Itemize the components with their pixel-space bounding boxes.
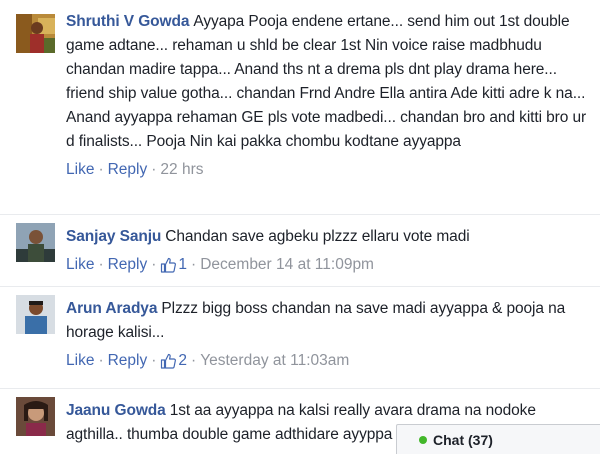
separator: · — [98, 256, 104, 273]
comment-text: Arun Aradya Plzzz bigg boss chandan na sa… — [66, 297, 594, 345]
separator: · — [98, 161, 104, 178]
reply-button[interactable]: Reply — [108, 160, 148, 180]
comment-feed: Shruthi V Gowda Ayyapa Pooja endene ertan… — [0, 0, 600, 450]
avatar[interactable] — [16, 223, 55, 262]
avatar[interactable] — [16, 295, 55, 334]
comment-author[interactable]: Sanjay Sanju — [66, 228, 161, 245]
avatar[interactable] — [16, 14, 55, 53]
like-button[interactable]: Like — [66, 255, 94, 275]
separator: · — [151, 256, 157, 273]
comment-body: Ayyapa Pooja endene ertane... send him o… — [66, 13, 587, 150]
like-count[interactable]: 2 — [160, 351, 187, 371]
like-count-number: 1 — [178, 256, 188, 273]
separator: · — [151, 161, 157, 178]
like-count-number: 2 — [178, 352, 188, 369]
thumbs-up-icon — [161, 257, 177, 273]
comment-author[interactable]: Arun Aradya — [66, 300, 157, 317]
comment-item: Shruthi V Gowda Ayyapa Pooja endene ertan… — [0, 0, 600, 214]
separator: · — [191, 256, 197, 273]
comment-body: Chandan save agbeku plzzz ellaru vote ma… — [165, 228, 470, 245]
separator: · — [98, 352, 104, 369]
comment-item: Arun Aradya Plzzz bigg boss chandan na sa… — [0, 286, 600, 389]
like-count[interactable]: 1 — [160, 255, 187, 275]
like-button[interactable]: Like — [66, 160, 94, 180]
reply-button[interactable]: Reply — [108, 255, 148, 275]
comment-actions: Like · Reply · 2 · Yesterday at 11:03am — [66, 351, 594, 371]
comment-text: Shruthi V Gowda Ayyapa Pooja endene ertan… — [66, 10, 594, 154]
separator: · — [151, 352, 157, 369]
avatar[interactable] — [16, 397, 55, 436]
comment-actions: Like · Reply · 22 hrs — [66, 160, 594, 180]
comment-item: Sanjay Sanju Chandan save agbeku plzzz el… — [0, 214, 600, 287]
comment-actions: Like · Reply · 1 · December 14 at 11:09p… — [66, 255, 594, 275]
comment-timestamp[interactable]: Yesterday at 11:03am — [200, 351, 349, 371]
thumbs-up-icon — [161, 353, 177, 369]
comment-timestamp[interactable]: December 14 at 11:09pm — [200, 255, 374, 275]
comment-timestamp[interactable]: 22 hrs — [160, 160, 203, 180]
like-button[interactable]: Like — [66, 351, 94, 371]
chat-label: Chat (37) — [433, 431, 493, 448]
comment-author[interactable]: Jaanu Gowda — [66, 402, 166, 419]
comment-text: Sanjay Sanju Chandan save agbeku plzzz el… — [66, 225, 594, 249]
reply-button[interactable]: Reply — [108, 351, 148, 371]
online-dot-icon — [419, 435, 427, 444]
separator: · — [191, 352, 197, 369]
comment-author[interactable]: Shruthi V Gowda — [66, 13, 189, 30]
